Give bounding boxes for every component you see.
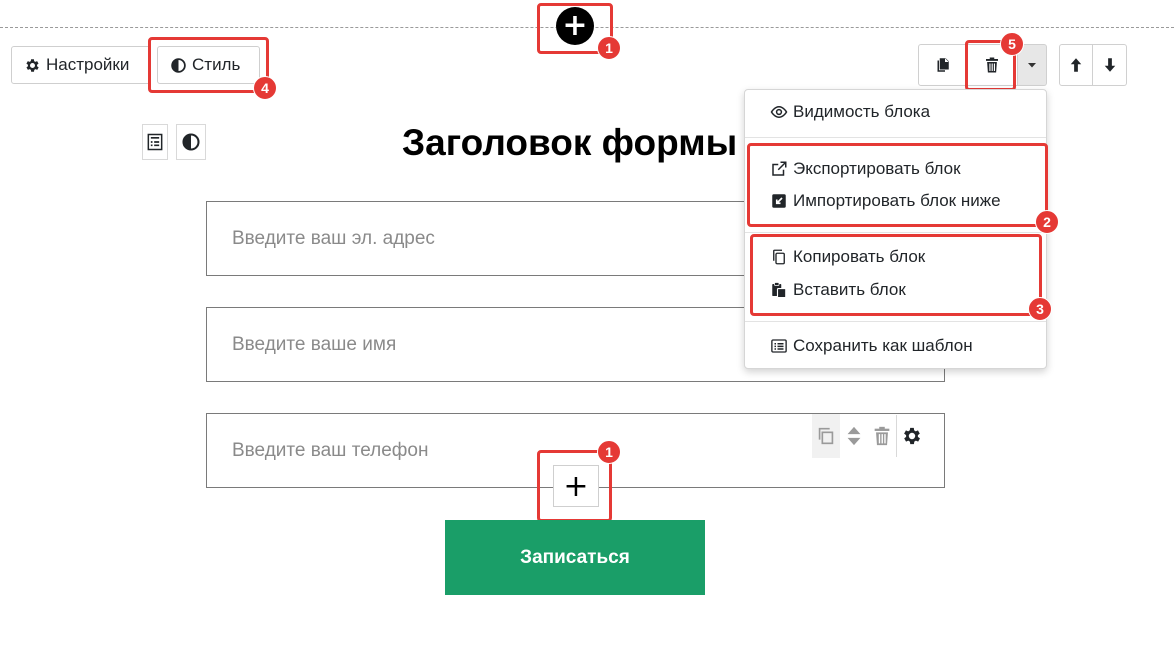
eye-icon <box>770 105 788 119</box>
annotation-box-2 <box>747 143 1048 227</box>
annotation-badge-5: 5 <box>1000 32 1024 56</box>
form-list-icon <box>147 133 163 151</box>
delete-field-button[interactable] <box>868 414 896 458</box>
annotation-badge-4: 4 <box>253 76 277 100</box>
list-alt-icon <box>771 339 787 353</box>
submit-button[interactable]: Записаться <box>445 520 705 595</box>
more-options-dropdown-toggle[interactable] <box>1018 44 1047 86</box>
menu-item-save-template[interactable]: Сохранить как шаблон <box>770 336 973 356</box>
menu-divider <box>745 321 1046 322</box>
menu-item-save-template-label: Сохранить как шаблон <box>793 336 973 355</box>
move-block-up-button[interactable] <box>1059 44 1093 86</box>
copy-icon <box>818 427 834 445</box>
trash-icon <box>874 426 890 446</box>
block-options-menu: Видимость блока Экспортировать блок Импо… <box>744 89 1047 369</box>
duplicate-icon <box>937 58 949 72</box>
copy-field-button[interactable] <box>812 414 840 458</box>
arrow-down-icon <box>1104 58 1115 72</box>
annotation-badge-2: 2 <box>1035 210 1059 234</box>
email-field-placeholder: Введите ваш эл. адрес <box>232 227 435 249</box>
form-settings-icon-button[interactable] <box>142 124 168 160</box>
field-settings-button[interactable] <box>896 415 927 457</box>
form-title: Заголовок формы <box>402 122 738 163</box>
gear-icon <box>904 427 920 445</box>
gear-icon <box>26 58 39 72</box>
annotation-badge-1-top: 1 <box>597 36 621 60</box>
menu-item-visibility-label: Видимость блока <box>793 102 931 121</box>
name-field-placeholder: Введите ваше имя <box>232 333 397 355</box>
annotation-badge-1-bottom: 1 <box>597 440 621 464</box>
arrow-up-icon <box>1070 58 1082 72</box>
duplicate-block-button[interactable] <box>918 44 966 86</box>
tab-settings-label: Настройки <box>46 55 130 74</box>
menu-divider <box>745 137 1046 138</box>
form-style-icon-button[interactable] <box>176 124 206 160</box>
contrast-icon <box>182 133 200 151</box>
caret-down-icon <box>1028 63 1036 68</box>
annotation-box-4 <box>148 37 269 93</box>
sort-icon <box>847 426 861 446</box>
annotation-box-3 <box>750 234 1042 316</box>
move-field-handle[interactable] <box>840 414 868 458</box>
annotation-badge-3: 3 <box>1028 297 1052 321</box>
phone-field-placeholder: Введите ваш телефон <box>232 439 429 461</box>
tab-settings[interactable]: Настройки <box>11 46 151 84</box>
menu-item-visibility[interactable]: Видимость блока <box>770 102 930 122</box>
field-toolbar <box>812 414 927 458</box>
menu-divider <box>745 232 1046 233</box>
move-block-down-button[interactable] <box>1093 44 1127 86</box>
